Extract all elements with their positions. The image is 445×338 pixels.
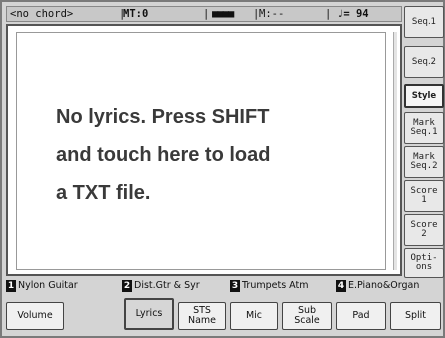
tab-sts-name[interactable]: STS Name — [178, 302, 226, 330]
tab-sub-scale[interactable]: Sub Scale — [282, 302, 332, 330]
style-button[interactable]: Style — [404, 84, 444, 108]
bottom-tab-bar: Volume Lyrics STS Name Mic Sub Scale Pad… — [6, 298, 443, 334]
track-name: E.Piano&Organ — [348, 280, 420, 291]
status-bar: <no chord> | MT:0 | ■■■■ | M:-- | ♩= 94 — [6, 6, 402, 22]
track-name: Nylon Guitar — [18, 280, 78, 291]
meter-indicator: MT:0 — [123, 8, 149, 20]
lyrics-page-frame: <no chord> | MT:0 | ■■■■ | M:-- | ♩= 94 … — [0, 0, 445, 338]
track-number-badge: 3 — [230, 280, 240, 292]
track-4: 4 E.Piano&Organ — [336, 279, 419, 293]
lyrics-message: No lyrics. Press SHIFT and touch here to… — [56, 98, 376, 212]
mark-seq2-button[interactable]: Mark Seq.2 — [404, 146, 444, 178]
lyrics-display-area[interactable]: No lyrics. Press SHIFT and touch here to… — [6, 24, 402, 276]
mark-seq1-button[interactable]: Mark Seq.1 — [404, 112, 444, 144]
track-2: 2 Dist.Gtr & Syr — [122, 279, 200, 293]
lyrics-line: a TXT file. — [56, 182, 151, 204]
track-3: 3 Trumpets Atm — [230, 279, 308, 293]
tab-lyrics[interactable]: Lyrics — [124, 298, 174, 330]
track-number-badge: 4 — [336, 280, 346, 292]
seq1-button[interactable]: Seq.1 — [404, 6, 444, 38]
track-number-badge: 1 — [6, 280, 16, 292]
seq2-button[interactable]: Seq.2 — [404, 46, 444, 78]
track-names-bar: 1 Nylon Guitar 2 Dist.Gtr & Syr 3 Trumpets … — [6, 279, 443, 293]
options-button[interactable]: Opti- ons — [404, 248, 444, 278]
lyrics-scrollbar[interactable] — [393, 32, 397, 270]
track-name: Trumpets Atm — [242, 280, 309, 291]
measure-indicator: M:-- — [259, 8, 285, 20]
tab-volume[interactable]: Volume — [6, 302, 64, 330]
score1-button[interactable]: Score 1 — [404, 180, 444, 212]
tab-mic[interactable]: Mic — [230, 302, 278, 330]
lyrics-line: No lyrics. Press SHIFT — [56, 106, 270, 128]
status-separator: | — [325, 8, 332, 20]
track-1: 1 Nylon Guitar — [6, 279, 78, 293]
track-number-badge: 2 — [122, 280, 132, 292]
tempo-indicator: ♩= 94 — [337, 8, 369, 20]
tab-pad[interactable]: Pad — [336, 302, 386, 330]
track-name: Dist.Gtr & Syr — [134, 280, 200, 291]
lyrics-line: and touch here to load — [56, 144, 271, 166]
chord-indicator: <no chord> — [10, 8, 74, 20]
score2-button[interactable]: Score 2 — [404, 214, 444, 246]
tab-split[interactable]: Split — [390, 302, 441, 330]
beat-blocks-indicator: ■■■■ — [212, 8, 234, 20]
status-separator: | — [203, 8, 210, 20]
